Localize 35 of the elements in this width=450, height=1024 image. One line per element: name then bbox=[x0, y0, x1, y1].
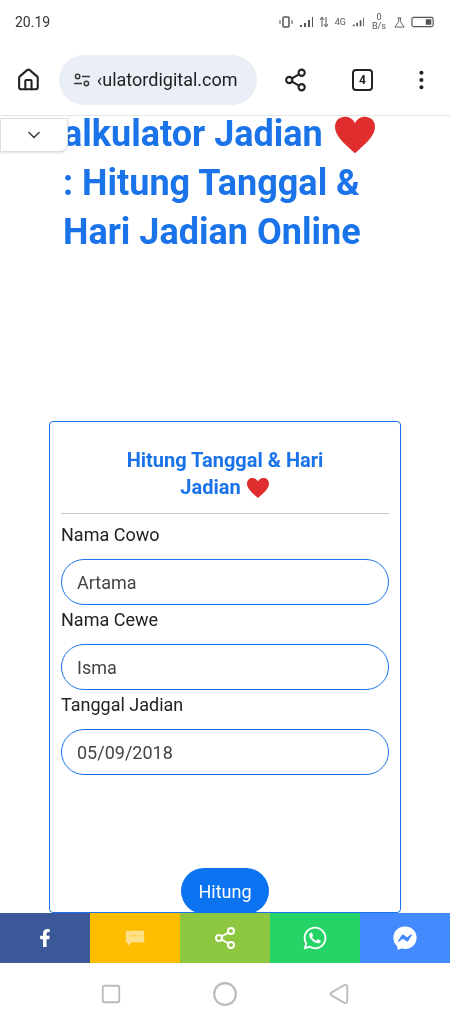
data-arrows-icon bbox=[318, 16, 329, 28]
vibrate-icon bbox=[278, 16, 293, 28]
back-button[interactable] bbox=[328, 982, 350, 1005]
share-button[interactable] bbox=[180, 913, 270, 963]
card-heading: Jadian bbox=[180, 474, 241, 501]
page-title: : Hitung Tanggal & Hari Jadian Online bbox=[63, 162, 361, 253]
submit-button[interactable]: Hitung bbox=[181, 868, 269, 913]
data-speed: 0 B/s bbox=[371, 13, 387, 31]
share-button[interactable] bbox=[0, 913, 90, 963]
recents-button[interactable] bbox=[100, 982, 122, 1005]
heart-icon bbox=[245, 476, 270, 499]
whatsapp-icon bbox=[302, 925, 328, 951]
home-button[interactable] bbox=[16, 66, 41, 93]
messenger-icon bbox=[393, 926, 417, 950]
field-label: Nama Cowo bbox=[61, 524, 161, 546]
collapse-tab[interactable] bbox=[0, 118, 68, 152]
url-text: ‹ulatordigital.com bbox=[96, 68, 238, 92]
card-heading: Hitung Tanggal & Hari bbox=[126, 447, 324, 474]
heart-icon bbox=[332, 116, 377, 155]
share-button[interactable] bbox=[270, 913, 360, 963]
signal-icon bbox=[298, 16, 313, 28]
tab-switcher-button[interactable]: 4 bbox=[351, 68, 374, 91]
network-type: 4G bbox=[334, 17, 346, 27]
field-label: Tanggal Jadian bbox=[61, 694, 185, 716]
signal-icon bbox=[352, 16, 364, 28]
flask-icon bbox=[394, 16, 405, 28]
share-icon[interactable] bbox=[283, 66, 308, 93]
battery-icon bbox=[411, 16, 435, 28]
address-bar[interactable]: ‹ulatordigital.com bbox=[58, 54, 258, 105]
clock: 20.19 bbox=[15, 12, 51, 32]
site-settings-icon bbox=[72, 72, 91, 87]
share-icon bbox=[213, 926, 237, 950]
page-title: alkulator Jadian bbox=[63, 116, 323, 157]
share-button[interactable] bbox=[360, 913, 450, 963]
field-label: Nama Cewe bbox=[61, 609, 159, 631]
